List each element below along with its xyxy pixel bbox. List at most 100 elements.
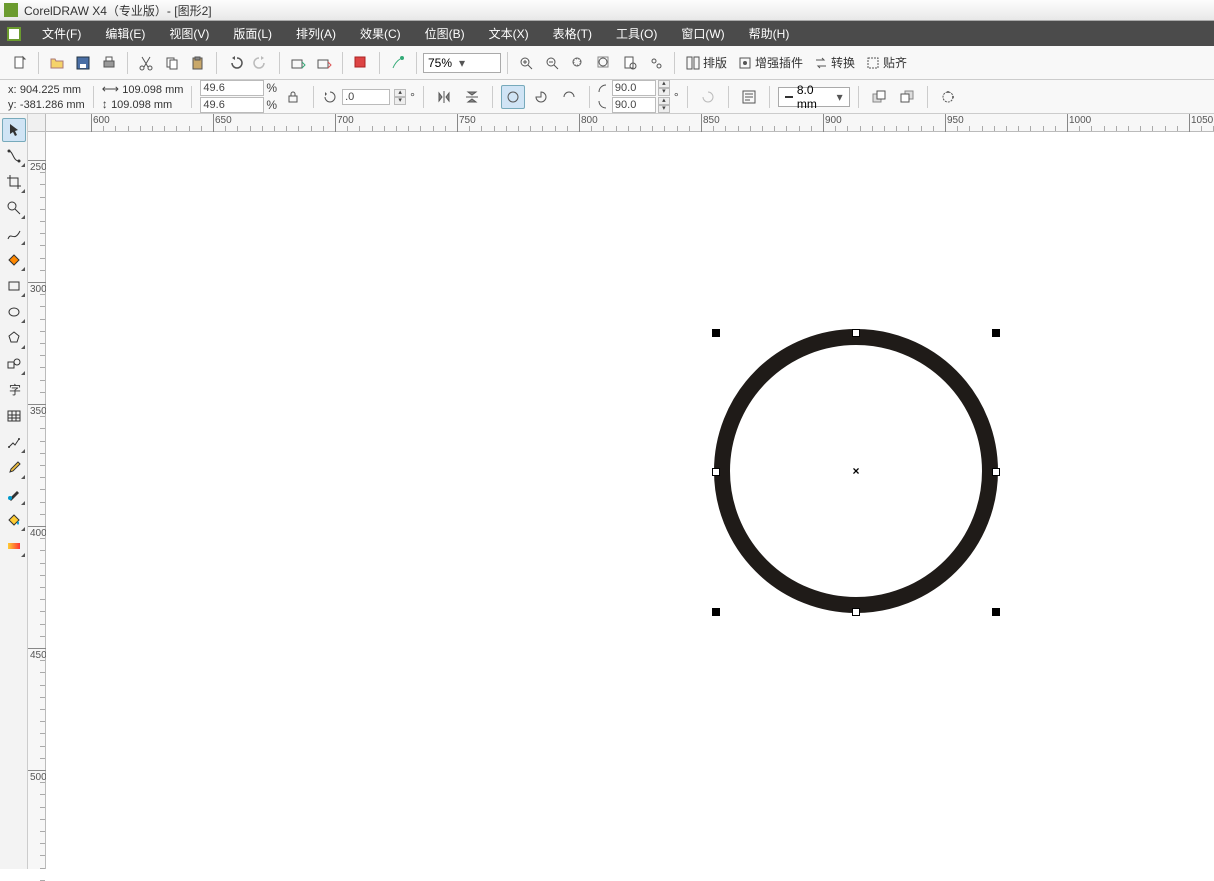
canvas[interactable]: × <box>46 132 1214 869</box>
zoom-fit-button[interactable] <box>592 51 616 75</box>
smart-fill-tool[interactable] <box>2 248 26 272</box>
to-front-button[interactable] <box>867 85 891 109</box>
outline-tool[interactable] <box>2 482 26 506</box>
cut-button[interactable] <box>134 51 158 75</box>
app-launcher-button[interactable] <box>349 51 373 75</box>
table-tool[interactable] <box>2 404 26 428</box>
horizontal-ruler[interactable]: 60065070075080085090095010001050 <box>28 114 1214 132</box>
pie-mode-button[interactable] <box>529 85 553 109</box>
to-back-button[interactable] <box>895 85 919 109</box>
convert-button[interactable]: 转换 <box>809 52 859 74</box>
vertical-ruler[interactable]: 250300350400450500 <box>28 132 46 869</box>
arc-mode-button[interactable] <box>557 85 581 109</box>
zoom-out-button[interactable] <box>540 51 564 75</box>
sel-handle-tm[interactable] <box>852 329 860 337</box>
zoom-page-button[interactable] <box>618 51 642 75</box>
menu-file[interactable]: 文件(F) <box>30 21 93 46</box>
spin-up[interactable]: ▴ <box>394 89 406 97</box>
pick-tool[interactable] <box>2 118 26 142</box>
mirror-h-button[interactable] <box>432 85 456 109</box>
fill-tool[interactable] <box>2 508 26 532</box>
shape-icon <box>6 148 22 164</box>
pos-y-value[interactable]: -381.286 mm <box>20 99 85 111</box>
zoom-tool[interactable] <box>2 196 26 220</box>
copy-button[interactable] <box>160 51 184 75</box>
zoom-selection-button[interactable] <box>566 51 590 75</box>
app-icon <box>4 3 18 17</box>
sel-handle-tr[interactable] <box>992 329 1000 337</box>
menu-text[interactable]: 文本(X) <box>477 21 541 46</box>
pos-x-value[interactable]: 904.225 mm <box>20 84 81 96</box>
ellipse-mode-button[interactable] <box>501 85 525 109</box>
interactive-fill-tool[interactable] <box>2 534 26 558</box>
freehand-tool[interactable] <box>2 222 26 246</box>
zoom-all-button[interactable] <box>644 51 668 75</box>
welcome-button[interactable] <box>386 51 410 75</box>
sel-handle-bm[interactable] <box>852 608 860 616</box>
outline-width-combo[interactable]: 8.0 mm ▾ <box>778 87 850 107</box>
menu-layout[interactable]: 版面(L) <box>221 21 284 46</box>
scale-x-input[interactable]: 49.6 <box>200 80 264 96</box>
text-tool[interactable]: 字 <box>2 378 26 402</box>
lock-ratio-button[interactable] <box>281 85 305 109</box>
menu-bitmaps[interactable]: 位图(B) <box>413 21 477 46</box>
rotation-input[interactable]: .0 <box>342 89 390 105</box>
import-button[interactable] <box>286 51 310 75</box>
spin-down[interactable]: ▾ <box>658 105 670 113</box>
scale-y-input[interactable]: 49.6 <box>200 97 264 113</box>
menu-tools[interactable]: 工具(O) <box>604 21 669 46</box>
mirror-v-button[interactable] <box>460 85 484 109</box>
pick-icon <box>6 122 22 138</box>
eyedropper-tool[interactable] <box>2 456 26 480</box>
polygon-tool[interactable] <box>2 326 26 350</box>
wrap-text-button[interactable] <box>737 85 761 109</box>
basic-shapes-tool[interactable] <box>2 352 26 376</box>
paste-button[interactable] <box>186 51 210 75</box>
shape-tool[interactable] <box>2 144 26 168</box>
direction-icon <box>700 89 716 105</box>
layout-button[interactable]: 排版 <box>681 52 731 74</box>
new-button[interactable] <box>8 51 32 75</box>
zoom-in-button[interactable] <box>514 51 538 75</box>
snap-button[interactable]: 贴齐 <box>861 52 911 74</box>
sel-handle-mr[interactable] <box>992 468 1000 476</box>
width-value[interactable]: 109.098 mm <box>122 84 183 96</box>
undo-button[interactable] <box>223 51 247 75</box>
menu-view[interactable]: 视图(V) <box>157 21 221 46</box>
menu-effects[interactable]: 效果(C) <box>348 21 413 46</box>
export-button[interactable] <box>312 51 336 75</box>
spin-down[interactable]: ▾ <box>394 97 406 105</box>
sel-handle-bl[interactable] <box>712 608 720 616</box>
sel-handle-tl[interactable] <box>712 329 720 337</box>
interactive-tool[interactable] <box>2 430 26 454</box>
print-button[interactable] <box>97 51 121 75</box>
menu-table[interactable]: 表格(T) <box>541 21 604 46</box>
plugins-button[interactable]: 增强插件 <box>733 52 807 74</box>
crop-tool[interactable] <box>2 170 26 194</box>
window-title: CorelDRAW X4（专业版）- [图形2] <box>24 2 212 19</box>
direction-button[interactable] <box>696 85 720 109</box>
end-angle-input[interactable]: 90.0 <box>612 97 656 113</box>
menu-arrange[interactable]: 排列(A) <box>284 21 348 46</box>
sel-handle-ml[interactable] <box>712 468 720 476</box>
spin-up[interactable]: ▴ <box>658 97 670 105</box>
height-value[interactable]: 109.098 mm <box>111 99 172 111</box>
rectangle-tool[interactable] <box>2 274 26 298</box>
start-angle-icon <box>598 83 610 93</box>
ruler-origin[interactable] <box>28 114 46 132</box>
spin-up[interactable]: ▴ <box>658 80 670 88</box>
convert-curves-button[interactable] <box>936 85 960 109</box>
spin-down[interactable]: ▾ <box>658 88 670 96</box>
save-button[interactable] <box>71 51 95 75</box>
menu-help[interactable]: 帮助(H) <box>737 21 802 46</box>
start-angle-input[interactable]: 90.0 <box>612 80 656 96</box>
menu-bar: 文件(F) 编辑(E) 视图(V) 版面(L) 排列(A) 效果(C) 位图(B… <box>0 21 1214 46</box>
menu-edit[interactable]: 编辑(E) <box>93 21 157 46</box>
open-button[interactable] <box>45 51 69 75</box>
zoom-combo[interactable]: 75% ▾ <box>423 53 501 73</box>
menu-window[interactable]: 窗口(W) <box>669 21 736 46</box>
redo-button[interactable] <box>249 51 273 75</box>
separator <box>728 86 729 108</box>
ellipse-tool[interactable] <box>2 300 26 324</box>
sel-handle-br[interactable] <box>992 608 1000 616</box>
